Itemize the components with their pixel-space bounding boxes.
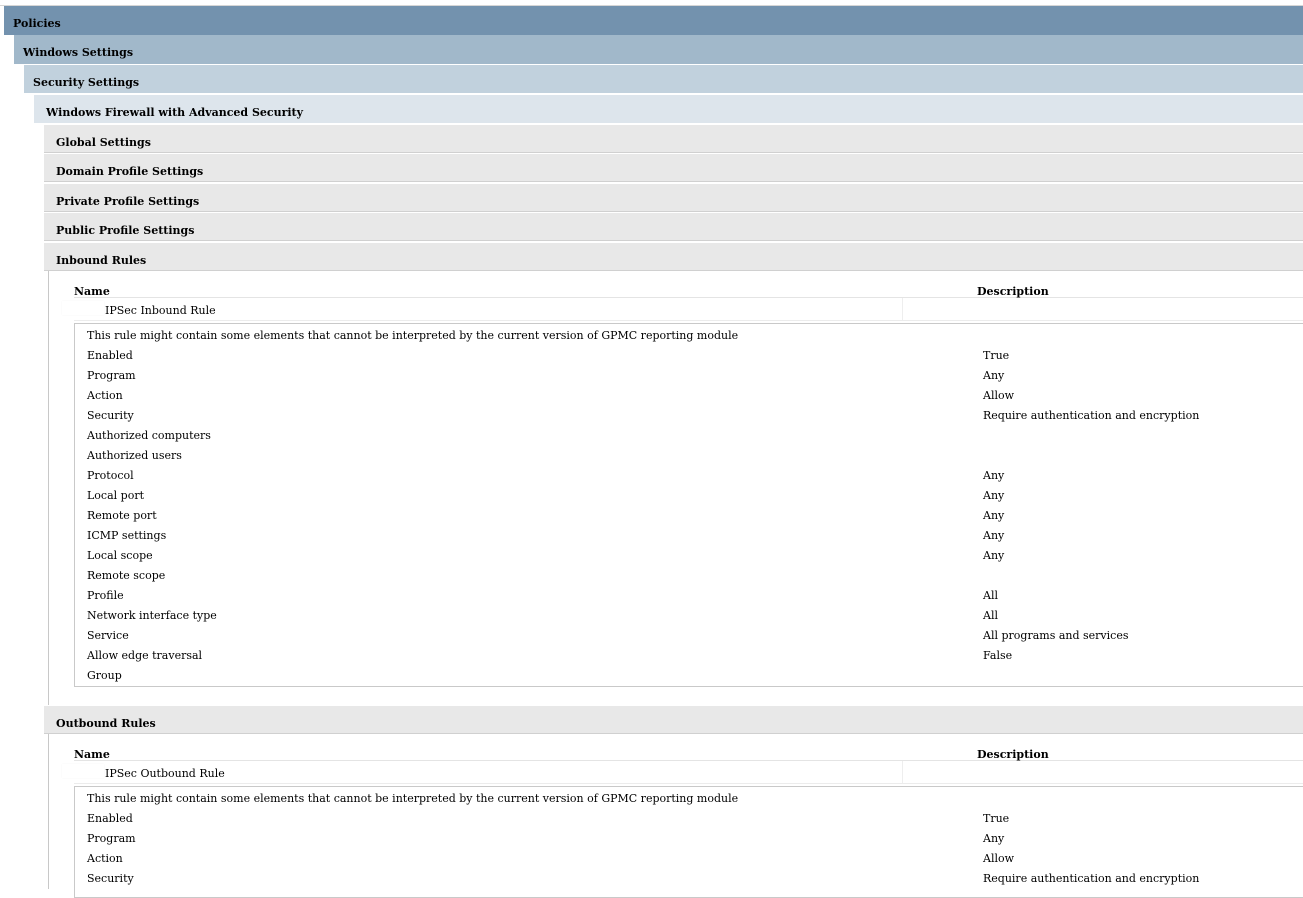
section-private-profile-settings[interactable]: Private Profile Settings <box>44 183 1303 212</box>
inbound-rule-name-row[interactable]: IPSec Inbound Rule <box>62 298 1303 321</box>
outbound-rule-name: IPSec Outbound Rule <box>105 767 225 780</box>
detail-row: Program Any <box>87 369 1303 389</box>
detail-row: Service All programs and services <box>87 629 1303 649</box>
column-divider <box>902 298 903 320</box>
detail-row: Remote scope <box>87 569 1303 589</box>
detail-value: Any <box>983 549 1005 562</box>
detail-row: Group <box>87 669 1303 689</box>
detail-value: All <box>983 609 998 622</box>
detail-key: Action <box>87 852 123 865</box>
detail-row: Remote port Any <box>87 509 1303 529</box>
detail-key: ICMP settings <box>87 529 167 542</box>
detail-value: Allow <box>983 389 1015 402</box>
detail-row: Authorized users <box>87 449 1303 469</box>
detail-value: Any <box>983 469 1005 482</box>
detail-key: Local scope <box>87 549 153 562</box>
section-policies[interactable]: Policies <box>4 6 1303 35</box>
detail-value: True <box>983 812 1010 825</box>
detail-row: Security Require authentication and encry… <box>87 409 1303 429</box>
detail-key: Enabled <box>87 812 133 825</box>
detail-value: Any <box>983 529 1005 542</box>
section-global-settings[interactable]: Global Settings <box>44 124 1303 153</box>
detail-row: Authorized computers <box>87 429 1303 449</box>
section-public-profile-settings[interactable]: Public Profile Settings <box>44 212 1303 241</box>
detail-key: Remote scope <box>87 569 166 582</box>
column-description-header: Description <box>977 285 1049 298</box>
section-outbound-rules[interactable]: Outbound Rules <box>44 705 1303 734</box>
detail-row: Action Allow <box>87 852 1303 872</box>
detail-value: False <box>983 649 1013 662</box>
outbound-rule-name-row[interactable]: IPSec Outbound Rule <box>62 761 1303 784</box>
detail-key: Authorized computers <box>87 429 211 442</box>
indent-guide <box>48 271 49 705</box>
detail-key: Enabled <box>87 349 133 362</box>
inbound-rule-name: IPSec Inbound Rule <box>105 304 216 317</box>
outbound-column-header: Name Description <box>74 738 1303 761</box>
detail-key: Remote port <box>87 509 157 522</box>
column-name-header: Name <box>74 285 110 298</box>
detail-key: Group <box>87 669 122 682</box>
section-domain-profile-settings[interactable]: Domain Profile Settings <box>44 153 1303 182</box>
detail-row: Program Any <box>87 832 1303 852</box>
outbound-rule-details: This rule might contain some elements th… <box>74 786 1303 898</box>
redacted-block <box>62 301 104 315</box>
detail-key: Action <box>87 389 123 402</box>
detail-key: Service <box>87 629 129 642</box>
detail-value: Allow <box>983 852 1015 865</box>
detail-key: Authorized users <box>87 449 182 462</box>
detail-key: Local port <box>87 489 145 502</box>
detail-value: True <box>983 349 1010 362</box>
detail-value: All programs and services <box>983 629 1129 642</box>
detail-value: Any <box>983 509 1005 522</box>
detail-value: Any <box>983 832 1005 845</box>
detail-value: All <box>983 589 998 602</box>
inbound-column-header: Name Description <box>74 275 1303 298</box>
column-name-header: Name <box>74 748 110 761</box>
column-divider <box>902 761 903 783</box>
detail-row: Enabled True <box>87 349 1303 369</box>
section-windows-firewall[interactable]: Windows Firewall with Advanced Security <box>34 94 1303 123</box>
detail-key: Allow edge traversal <box>87 649 203 662</box>
redacted-block <box>62 764 104 778</box>
detail-value: Require authentication and encryption <box>983 409 1200 422</box>
detail-row: Allow edge traversal False <box>87 649 1303 669</box>
section-inbound-rules[interactable]: Inbound Rules <box>44 242 1303 271</box>
detail-value: Any <box>983 489 1005 502</box>
detail-key: Network interface type <box>87 609 217 622</box>
gpmc-note: This rule might contain some elements th… <box>87 792 739 805</box>
detail-row: ICMP settings Any <box>87 529 1303 549</box>
detail-row: Network interface type All <box>87 609 1303 629</box>
detail-key: Protocol <box>87 469 134 482</box>
detail-row: Local port Any <box>87 489 1303 509</box>
detail-key: Security <box>87 409 134 422</box>
detail-key: Program <box>87 369 136 382</box>
column-description-header: Description <box>977 748 1049 761</box>
detail-key: Profile <box>87 589 124 602</box>
section-windows-settings[interactable]: Windows Settings <box>14 35 1303 64</box>
detail-row: Local scope Any <box>87 549 1303 569</box>
detail-row: Protocol Any <box>87 469 1303 489</box>
detail-key: Security <box>87 872 134 885</box>
detail-row: Profile All <box>87 589 1303 609</box>
inbound-rule-details: This rule might contain some elements th… <box>74 323 1303 687</box>
detail-value: Require authentication and encryption <box>983 872 1200 885</box>
gpmc-note: This rule might contain some elements th… <box>87 329 739 342</box>
section-security-settings[interactable]: Security Settings <box>24 64 1303 93</box>
detail-row: Security Require authentication and encry… <box>87 872 1303 892</box>
detail-row: Enabled True <box>87 812 1303 832</box>
indent-guide <box>48 734 49 889</box>
detail-row: Action Allow <box>87 389 1303 409</box>
detail-value: Any <box>983 369 1005 382</box>
detail-key: Program <box>87 832 136 845</box>
